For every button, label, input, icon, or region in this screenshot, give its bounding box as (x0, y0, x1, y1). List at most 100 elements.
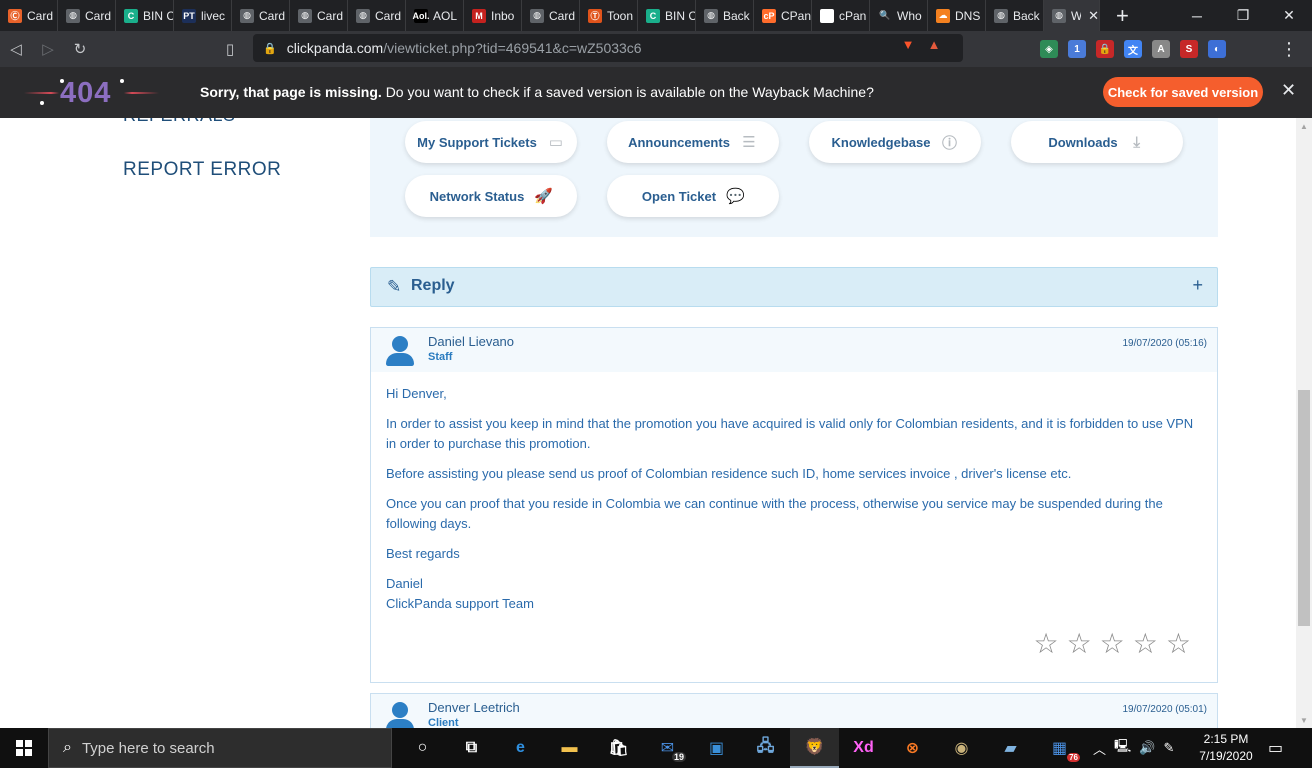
browser-tab[interactable]: PT livec (174, 0, 232, 31)
network-icon[interactable]: 🖳 (1114, 737, 1131, 759)
file-explorer-icon[interactable]: ▬ (545, 728, 594, 768)
reload-icon[interactable]: ↻ (64, 31, 96, 67)
message-author: Daniel Lievano (428, 334, 515, 349)
network-status-button[interactable]: Network Status 🚀 (405, 175, 577, 217)
browser-tab[interactable]: ◍ Back (986, 0, 1044, 31)
close-icon[interactable]: ✕ (1281, 80, 1296, 101)
message-date: 19/07/2020 (05:16) (1122, 338, 1207, 349)
browser-tab[interactable]: ◍ Card (232, 0, 290, 31)
close-window-icon[interactable]: ✕ (1266, 0, 1312, 31)
shield-extension-icon[interactable]: ◈ (1040, 40, 1058, 58)
forward-icon[interactable]: ▷ (32, 31, 64, 67)
extension-icon[interactable]: 1 (1068, 40, 1086, 58)
my-support-tickets-button[interactable]: My Support Tickets ▭ (405, 121, 577, 163)
sidebar-item-report-error[interactable]: REPORT ERROR (123, 159, 281, 181)
pen-icon[interactable]: ✎ (1164, 740, 1175, 756)
browser-tab[interactable]: Ⓣ Toon (580, 0, 638, 31)
new-tab-button[interactable]: + (1116, 0, 1129, 31)
browser-tab[interactable]: cPan (812, 0, 870, 31)
browser-tab[interactable]: C BIN C (638, 0, 696, 31)
profile-extension-icon[interactable]: A (1152, 40, 1170, 58)
taskbar-clock[interactable]: 2:15 PM 7/19/2020 (1196, 731, 1256, 765)
star-icon[interactable]: ☆ (1100, 630, 1125, 658)
search-icon: ⌕ (63, 739, 72, 756)
browser-tab[interactable]: C BIN C (116, 0, 174, 31)
browser-tab[interactable]: ☁ DNS (928, 0, 986, 31)
star-icon[interactable]: ☆ (1133, 630, 1158, 658)
maximize-icon[interactable]: ❐ (1220, 0, 1266, 31)
browser-tab[interactable]: Aol. AOL (406, 0, 464, 31)
chevron-up-icon[interactable]: ︿ (1093, 739, 1106, 758)
url-field[interactable]: 🔒 clickpanda.com /viewticket.php?tid=469… (253, 34, 963, 62)
s-extension-icon[interactable]: S (1180, 40, 1198, 58)
sidebar-item-referrals[interactable]: REFERRALS (123, 118, 236, 126)
terminal-app-icon[interactable]: ▣ (692, 728, 741, 768)
scroll-down-icon[interactable]: ▼ (1296, 712, 1312, 728)
rocket-icon: 🚀 (534, 188, 553, 205)
task-view-icon[interactable]: ⧉ (447, 728, 496, 768)
lock-extension-icon[interactable]: 🔒 (1096, 40, 1114, 58)
star-icon[interactable]: ☆ (1067, 630, 1092, 658)
mail-icon[interactable]: ✉ 19 (643, 728, 692, 768)
volume-icon[interactable]: 🔊 (1139, 740, 1155, 756)
brave-shields-icon[interactable]: ▼ (898, 34, 918, 54)
browser-menu-icon[interactable]: ⋮ (1280, 31, 1298, 67)
cortana-icon[interactable]: ○ (398, 728, 447, 768)
browser-tab[interactable]: M Inbo (464, 0, 522, 31)
notifications-icon[interactable]: ▭ (1268, 738, 1283, 758)
scroll-up-icon[interactable]: ▲ (1296, 118, 1312, 134)
knowledgebase-button[interactable]: Knowledgebase ⓘ (809, 121, 981, 163)
browser-tab[interactable]: 🔍 Who (870, 0, 928, 31)
tab-favicon-icon: ◍ (704, 8, 718, 23)
browser-tab[interactable]: ◍ Card (348, 0, 406, 31)
edge-icon[interactable]: e (496, 728, 545, 768)
tab-title: Card (549, 8, 576, 23)
badge-app-icon[interactable]: ▦ 76 (1035, 728, 1084, 768)
announcements-button[interactable]: Announcements ☰ (607, 121, 779, 163)
star-icon[interactable]: ☆ (1033, 630, 1058, 658)
browser-tab[interactable]: ◍ Card (522, 0, 580, 31)
taskbar-search-box[interactable]: ⌕ Type here to search (48, 728, 392, 768)
tab-favicon-icon: ◍ (356, 8, 370, 23)
tab-favicon-icon: ◍ (530, 8, 544, 23)
url-path: /viewticket.php?tid=469541&c=wZ5033c6 (383, 40, 642, 56)
back-icon[interactable]: ◁ (0, 31, 32, 67)
tab-favicon-icon: 🔍 (878, 8, 892, 23)
message-paragraph: Best regards (386, 546, 460, 561)
scrollbar-thumb[interactable] (1298, 390, 1310, 626)
network-app-icon[interactable]: 🖧 (741, 728, 790, 768)
expand-plus-icon[interactable]: + (1192, 275, 1203, 296)
browser-tab[interactable]: ◍ Card (58, 0, 116, 31)
close-tab-icon[interactable]: ✕ (1088, 8, 1099, 24)
xampp-icon[interactable]: ⊗ (888, 728, 937, 768)
translate-extension-icon[interactable]: 文 (1124, 40, 1142, 58)
pill-label: Network Status (429, 188, 525, 204)
page-scrollbar[interactable]: ▲ ▼ (1296, 118, 1312, 728)
downloads-button[interactable]: Downloads ⤓ (1011, 121, 1183, 163)
reply-panel-toggle[interactable]: ✎ Reply + (370, 267, 1218, 307)
wayback-notification-bar: 404 Sorry, that page is missing. Do you … (0, 67, 1312, 118)
browser-tab[interactable]: ◍ Card (290, 0, 348, 31)
color-extension-icon[interactable]: ◐ (1208, 40, 1226, 58)
lock-icon: 🔒 (263, 42, 277, 55)
browser-tab[interactable]: ◍ Back (696, 0, 754, 31)
tab-favicon-icon: C (646, 8, 660, 23)
store-icon[interactable]: 🛍 (594, 728, 643, 768)
app-globe-icon[interactable]: ◉ (937, 728, 986, 768)
start-button[interactable] (0, 728, 48, 768)
brave-browser-icon[interactable]: 🦁 (790, 728, 839, 768)
check-saved-version-button[interactable]: Check for saved version (1103, 77, 1263, 107)
browser-tab[interactable]: cP CPan (754, 0, 812, 31)
notepad-icon[interactable]: ▰ (986, 728, 1035, 768)
adobe-xd-icon[interactable]: Xd (839, 728, 888, 768)
bookmark-icon[interactable]: ▯ (214, 31, 246, 67)
open-ticket-button[interactable]: Open Ticket 💬 (607, 175, 779, 217)
window-controls: ─ ❐ ✕ (1174, 0, 1312, 31)
star-icon[interactable]: ☆ (1166, 630, 1191, 658)
browser-tab[interactable]: Ⓒ Card (0, 0, 58, 31)
tab-title: W (1071, 9, 1081, 23)
minimize-icon[interactable]: ─ (1174, 0, 1220, 31)
browser-tab-active[interactable]: ◍ W ✕ (1044, 0, 1100, 31)
brave-rewards-icon[interactable]: ▲ (924, 34, 944, 54)
pill-label: Announcements (628, 134, 730, 150)
